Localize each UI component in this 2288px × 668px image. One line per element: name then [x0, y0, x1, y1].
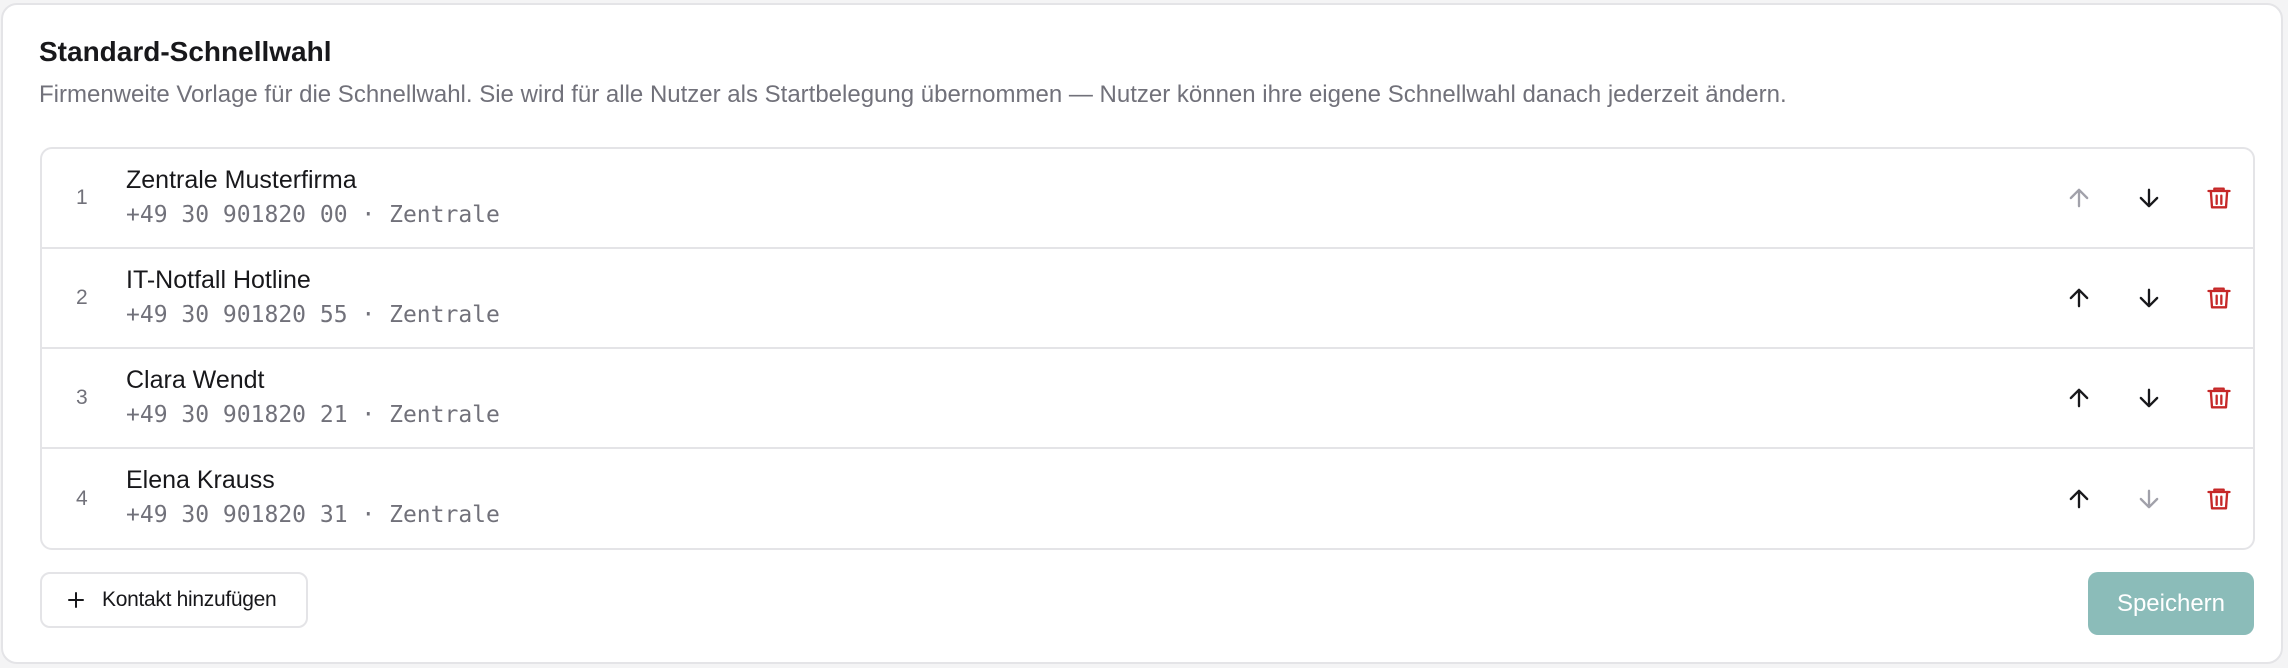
trash-icon — [2207, 387, 2231, 409]
list-item: 4 Elena Krauss +49 30 901820 31 · Zentra… — [42, 449, 2253, 548]
move-up-button[interactable] — [2057, 176, 2101, 220]
entry-name: Zentrale Musterfirma — [126, 166, 357, 194]
add-contact-label: Kontakt hinzufügen — [102, 588, 277, 611]
entry-name: Clara Wendt — [126, 366, 265, 394]
add-contact-button[interactable]: Kontakt hinzufügen — [40, 572, 308, 628]
arrow-up-icon — [2069, 188, 2089, 208]
list-item: 2 IT-Notfall Hotline +49 30 901820 55 · … — [42, 249, 2253, 349]
arrow-up-icon — [2069, 288, 2089, 308]
section-title: Standard-Schnellwahl — [39, 36, 332, 67]
entry-index: 1 — [76, 186, 88, 209]
move-up-button[interactable] — [2057, 477, 2101, 521]
move-down-button[interactable] — [2127, 276, 2171, 320]
trash-icon — [2207, 488, 2231, 509]
entry-name: Elena Krauss — [126, 466, 275, 494]
delete-button[interactable] — [2197, 276, 2241, 320]
trash-icon — [2207, 187, 2231, 209]
arrow-up-icon — [2069, 489, 2089, 508]
delete-button[interactable] — [2197, 376, 2241, 420]
move-up-button[interactable] — [2057, 376, 2101, 420]
save-button[interactable]: Speichern — [2088, 572, 2254, 635]
arrow-down-icon — [2139, 288, 2159, 308]
entry-index: 3 — [76, 386, 88, 409]
delete-button[interactable] — [2197, 176, 2241, 220]
list-item: 3 Clara Wendt +49 30 901820 21 · Zentral… — [42, 349, 2253, 449]
entry-index: 2 — [76, 286, 88, 309]
move-down-button[interactable] — [2127, 176, 2171, 220]
move-down-button[interactable] — [2127, 376, 2171, 420]
plus-icon — [68, 592, 84, 608]
entry-detail: +49 30 901820 21 · Zentrale — [126, 402, 500, 428]
delete-button[interactable] — [2197, 477, 2241, 521]
arrow-down-icon — [2139, 388, 2159, 408]
arrow-up-icon — [2069, 388, 2089, 408]
arrow-down-icon — [2139, 188, 2159, 208]
speed-dial-card: Standard-Schnellwahl Firmenweite Vorlage… — [1, 3, 2283, 664]
entry-detail: +49 30 901820 55 · Zentrale — [126, 302, 500, 328]
trash-icon — [2207, 287, 2231, 309]
entry-detail: +49 30 901820 00 · Zentrale — [126, 202, 500, 228]
section-description: Firmenweite Vorlage für die Schnellwahl.… — [39, 81, 1787, 108]
speed-dial-list: 1 Zentrale Musterfirma +49 30 901820 00 … — [40, 147, 2255, 550]
move-down-button[interactable] — [2127, 477, 2171, 521]
entry-index: 4 — [76, 486, 88, 510]
entry-detail: +49 30 901820 31 · Zentrale — [126, 502, 500, 528]
list-item: 1 Zentrale Musterfirma +49 30 901820 00 … — [42, 149, 2253, 249]
move-up-button[interactable] — [2057, 276, 2101, 320]
arrow-down-icon — [2139, 489, 2159, 508]
entry-name: IT-Notfall Hotline — [126, 266, 311, 294]
